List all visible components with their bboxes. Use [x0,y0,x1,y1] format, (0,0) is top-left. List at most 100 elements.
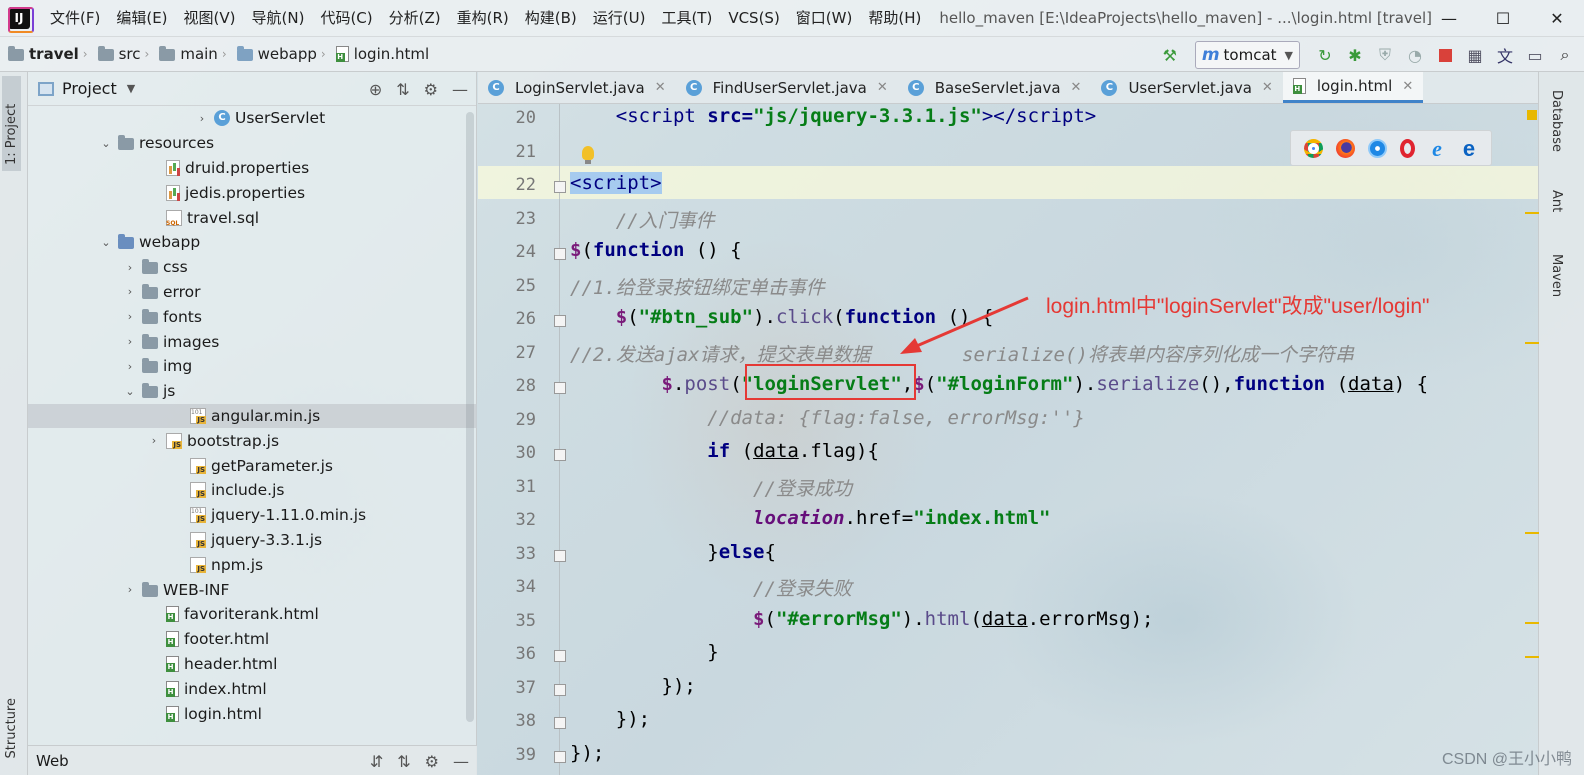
chevron-right-icon[interactable]: › [122,285,138,298]
gear-icon[interactable]: ⚙ [425,752,439,771]
hide-panel-icon[interactable]: — [453,752,469,771]
menu-item[interactable]: 文件(F) [42,0,108,36]
coverage-icon[interactable]: ⛨ [1372,42,1398,68]
close-tab-icon[interactable]: ✕ [1262,80,1273,95]
menu-item[interactable]: 导航(N) [244,0,313,36]
rerun-icon[interactable]: ↻ [1312,42,1338,68]
close-tab-icon[interactable]: ✕ [1402,79,1413,94]
fold-marker-icon[interactable] [554,683,566,696]
close-window-button[interactable]: ✕ [1530,0,1584,36]
breadcrumb-main[interactable]: main [151,45,219,63]
tree-item[interactable]: › css [28,255,477,280]
tab-database[interactable]: Database [1549,90,1564,152]
maximize-button[interactable]: ☐ [1476,0,1530,36]
menu-item[interactable]: 重构(R) [449,0,517,36]
profile-icon[interactable]: ◔ [1402,42,1428,68]
chevron-right-icon[interactable]: › [122,310,138,323]
menu-item[interactable]: 运行(U) [585,0,654,36]
tree-item[interactable]: index.html [28,676,477,701]
chrome-icon[interactable] [1303,138,1323,158]
menu-item[interactable]: 构建(B) [517,0,585,36]
tree-item[interactable]: › error [28,280,477,305]
internet-explorer-icon[interactable]: e [1428,137,1447,159]
tree-item[interactable]: › fonts [28,304,477,329]
code-line[interactable]: location.href="index.html" [570,507,1050,529]
code-line[interactable]: <script src="js/jquery-3.3.1.js"></scrip… [570,105,1096,127]
fold-marker-icon[interactable] [554,549,566,562]
collapse-all-icon[interactable]: ⇅ [397,752,410,771]
chevron-right-icon[interactable]: › [122,360,138,373]
tree-item[interactable]: travel.sql [28,205,477,230]
code-line[interactable]: }); [570,742,604,764]
code-line[interactable]: }); [570,675,696,697]
fold-marker-icon[interactable] [554,449,566,461]
tab-baseservlet-java[interactable]: C BaseServlet.java ✕ [898,72,1092,103]
error-stripe-marker[interactable] [1525,342,1539,344]
debug-bug-icon[interactable]: ✱ [1342,42,1368,68]
collapse-all-icon[interactable]: ⇅ [396,80,409,99]
close-tab-icon[interactable]: ✕ [655,80,666,95]
error-stripe-marker[interactable] [1525,622,1539,624]
expand-all-icon[interactable]: ⇵ [370,752,383,771]
menu-item[interactable]: 编辑(E) [108,0,175,36]
tree-item[interactable]: jquery-3.3.1.js [28,528,477,553]
tab-userservlet-java[interactable]: C UserServlet.java ✕ [1091,72,1282,103]
minimize-button[interactable]: — [1422,0,1476,36]
breadcrumb-src[interactable]: src [90,45,143,63]
chevron-right-icon[interactable]: › [146,434,162,447]
chevron-right-icon[interactable]: › [194,112,210,125]
code-line[interactable]: //登录失败 [570,574,852,601]
fold-marker-icon[interactable] [554,650,566,662]
tree-item[interactable]: getParameter.js [28,453,477,478]
chevron-down-icon[interactable]: ⌄ [98,137,114,150]
menu-item[interactable]: 工具(T) [653,0,720,36]
safari-icon[interactable] [1367,138,1387,158]
tree-item[interactable]: jquery-1.11.0.min.js [28,503,477,528]
tree-item[interactable]: ⌄ webapp [28,230,477,255]
project-panel-title[interactable]: Project [62,79,117,98]
fold-marker-icon[interactable] [554,248,566,260]
tree-item[interactable]: › bootstrap.js [28,428,477,453]
breadcrumb-travel[interactable]: travel [0,45,81,63]
tree-item[interactable]: › WEB-INF [28,577,477,602]
tree-item[interactable]: › img [28,354,477,379]
code-line[interactable]: //data: {flag:false, errorMsg:''} [570,407,1085,429]
code-line[interactable]: //1.给登录按钮绑定单击事件 [570,273,825,300]
tree-item[interactable]: ⌄ resources [28,131,477,156]
code-line[interactable]: }); [570,708,650,730]
fold-marker-icon[interactable] [554,315,566,327]
code-line[interactable]: }else{ [570,541,776,563]
locate-crosshair-icon[interactable]: ⊕ [369,80,382,99]
menu-item[interactable]: 分析(Z) [381,0,449,36]
code-editor[interactable]: 20 21 22 23 24 25 26 27 28 29 30 31 32 33 34 35 36 37 38 39… [478,104,1538,775]
menu-item[interactable]: 视图(V) [176,0,244,36]
code-line[interactable]: $(function () { [570,239,742,261]
tree-item[interactable]: jedis.properties [28,180,477,205]
code-line[interactable]: if (data.flag){ [570,440,879,462]
code-line[interactable]: $("#btn_sub").click(function () { [570,306,994,328]
code-line[interactable]: $("#errorMsg").html(data.errorMsg); [570,608,1153,630]
tree-item[interactable]: header.html [28,652,477,677]
hide-panel-icon[interactable]: — [452,80,468,99]
error-stripe-marker[interactable] [1525,532,1539,534]
chevron-right-icon[interactable]: › [122,583,138,596]
code-line[interactable]: //登录成功 [570,474,852,501]
chevron-right-icon[interactable]: › [122,335,138,348]
tab-ant[interactable]: Ant [1549,190,1564,212]
close-tab-icon[interactable]: ✕ [877,80,888,95]
tree-item[interactable]: › C UserServlet [28,106,477,131]
tree-item[interactable]: favoriterank.html [28,602,477,627]
tree-item[interactable]: angular.min.js [28,403,477,429]
chevron-down-icon[interactable]: ⌄ [122,385,138,398]
tree-item[interactable]: footer.html [28,627,477,652]
tree-item[interactable]: include.js [28,478,477,503]
gear-icon[interactable]: ⚙ [424,80,438,99]
tab-structure-tool[interactable]: Structure [2,692,21,764]
fold-marker-icon[interactable] [554,750,566,763]
close-tab-icon[interactable]: ✕ [1071,80,1082,95]
stop-icon[interactable] [1432,42,1458,68]
tree-item[interactable]: ⌄ js [28,379,477,404]
intention-bulb-icon[interactable] [582,146,594,164]
menu-item[interactable]: 代码(C) [312,0,380,36]
code-line[interactable]: } [570,641,718,663]
